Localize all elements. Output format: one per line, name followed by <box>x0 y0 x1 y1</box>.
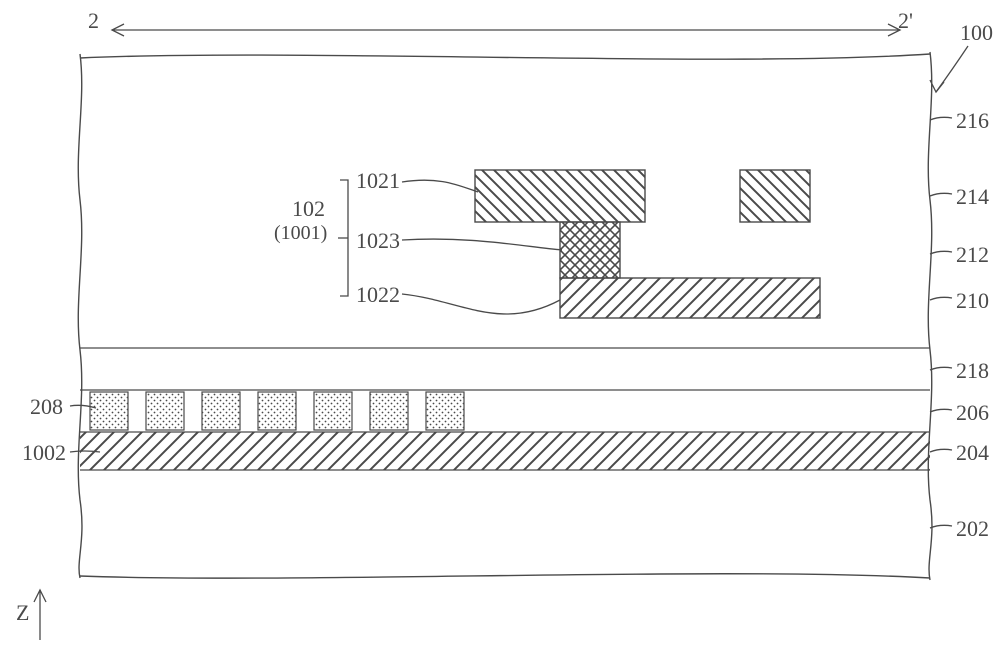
ref-1002: 1002 <box>22 440 66 466</box>
ref-202: 202 <box>956 516 989 542</box>
layer-204-fill <box>80 432 930 470</box>
leader-218 <box>930 367 952 370</box>
leader-208 <box>70 405 96 408</box>
right-break-edge <box>928 52 932 580</box>
figure-ref-100: 100 <box>960 20 993 46</box>
leader-210 <box>930 297 952 300</box>
ref-204: 204 <box>956 440 989 466</box>
ref-212: 212 <box>956 242 989 268</box>
ref-218: 218 <box>956 358 989 384</box>
top-break-line <box>80 54 930 59</box>
diagram-stage: 2 2' 100 216 214 212 210 218 206 204 202… <box>0 0 1000 656</box>
ref-210: 210 <box>956 288 989 314</box>
ref-1022: 1022 <box>356 282 400 308</box>
leader-1002 <box>70 451 100 452</box>
leader-214 <box>930 193 952 196</box>
group-label-102: 102 <box>292 196 325 222</box>
leader-1021 <box>402 180 478 192</box>
feature-1021-pad-right <box>740 170 810 222</box>
ref-1023: 1023 <box>356 228 400 254</box>
ref-206: 206 <box>956 400 989 426</box>
leader-212 <box>930 251 952 254</box>
feature-1023-via <box>560 222 620 278</box>
section-mark-right: 2' <box>898 8 913 34</box>
leader-100 <box>930 46 968 92</box>
group-label-1001: (1001) <box>274 222 327 245</box>
leader-1023 <box>402 239 562 250</box>
leader-202 <box>930 525 952 528</box>
ref-216: 216 <box>956 108 989 134</box>
ref-214: 214 <box>956 184 989 210</box>
axis-z-arrow <box>34 590 46 640</box>
section-line-2-2prime <box>112 24 900 36</box>
feature-208-row <box>90 392 464 430</box>
section-mark-left: 2 <box>88 8 99 34</box>
feature-1021-pad-left <box>475 170 645 222</box>
leader-204 <box>930 449 952 452</box>
leader-216 <box>930 117 952 120</box>
ref-1021: 1021 <box>356 168 400 194</box>
ref-208: 208 <box>30 394 63 420</box>
axis-z-label: Z <box>16 600 29 626</box>
leader-206 <box>930 409 952 412</box>
left-break-edge <box>78 54 82 578</box>
bottom-break-line <box>80 574 930 578</box>
leader-1022 <box>402 294 560 314</box>
feature-1022-plate <box>560 278 820 318</box>
bracket-102 <box>338 180 348 296</box>
hatch-canvas <box>0 0 1000 656</box>
